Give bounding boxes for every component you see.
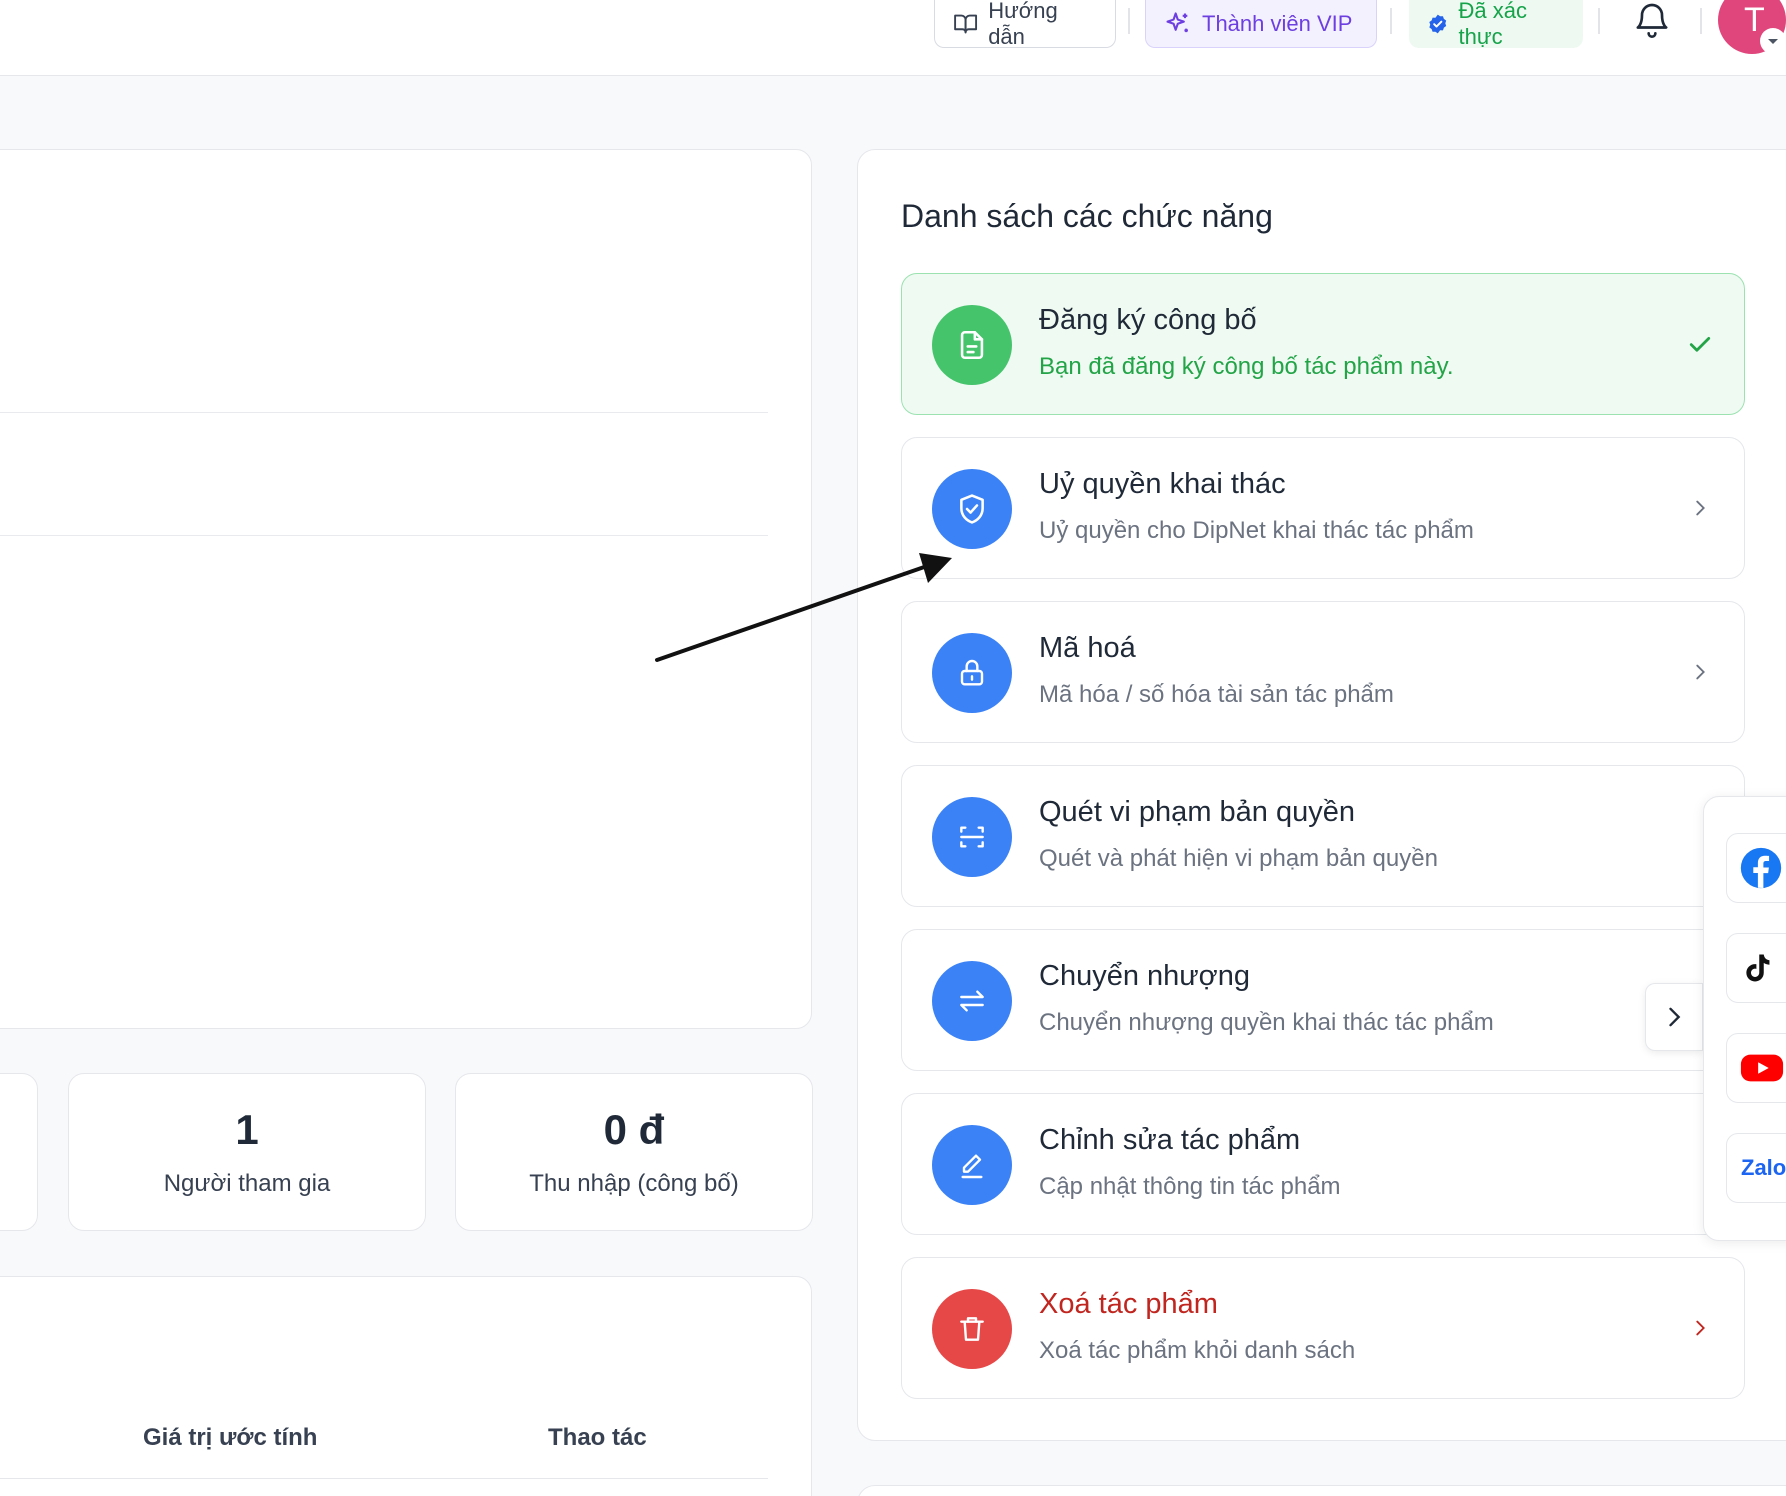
feature-edit-work[interactable]: Chỉnh sửa tác phẩm Cập nhật thông tin tá… — [901, 1093, 1745, 1235]
youtube-button[interactable] — [1726, 1033, 1786, 1103]
guide-button[interactable]: Hướng dẫn — [934, 0, 1116, 49]
zalo-button[interactable]: Zalo — [1726, 1133, 1786, 1203]
zalo-label: Zalo — [1741, 1155, 1786, 1180]
divider — [0, 535, 768, 536]
feature-title: Chuyển nhượng — [1039, 960, 1250, 992]
stat-card — [0, 1073, 38, 1231]
feature-subtitle: Mã hóa / số hóa tài sản tác phẩm — [1039, 681, 1394, 708]
transfer-icon — [932, 961, 1012, 1041]
vip-label: Thành viên VIP — [1202, 10, 1353, 36]
table-card — [0, 1276, 812, 1496]
feature-title: Đăng ký công bố — [1039, 304, 1257, 336]
chevron-right-icon — [1682, 1310, 1718, 1346]
scan-icon — [932, 797, 1012, 877]
shield-check-icon — [932, 469, 1012, 549]
verified-check-icon — [1429, 14, 1447, 34]
social-bar: Zalo — [1703, 796, 1786, 1241]
vip-button[interactable]: Thành viên VIP — [1145, 0, 1377, 48]
guide-label: Hướng dẫn — [988, 0, 1058, 49]
chevron-right-icon — [1682, 490, 1718, 526]
feature-title: Mã hoá — [1039, 632, 1136, 664]
stat-label: Người tham gia — [163, 1170, 331, 1197]
divider — [1700, 8, 1702, 34]
lock-icon — [932, 633, 1012, 713]
feature-delete-work[interactable]: Xoá tác phẩm Xoá tác phẩm khỏi danh sách — [901, 1257, 1745, 1399]
content-card — [0, 149, 812, 1029]
content-card — [857, 1485, 1786, 1496]
book-icon — [954, 14, 978, 33]
stat-value: 1 — [235, 1106, 259, 1153]
panel-title: Danh sách các chức năng — [901, 198, 1273, 234]
sparkle-icon — [1166, 11, 1188, 32]
divider — [1128, 8, 1130, 34]
column-header-estimated-value: Giá trị ước tính — [143, 1424, 318, 1451]
feature-copyright-scan[interactable]: Quét vi phạm bản quyền Quét và phát hiện… — [901, 765, 1745, 907]
chevron-right-icon — [1669, 1007, 1681, 1027]
feature-subtitle: Quét và phát hiện vi phạm bản quyền — [1039, 845, 1438, 872]
divider — [1390, 8, 1392, 34]
stat-label: Thu nhập (công bố) — [529, 1170, 739, 1197]
chevron-right-icon — [1682, 654, 1718, 690]
tiktok-button[interactable] — [1726, 933, 1786, 1003]
feature-title: Chỉnh sửa tác phẩm — [1039, 1124, 1301, 1156]
feature-title: Uỷ quyền khai thác — [1039, 468, 1286, 500]
chevron-down-icon[interactable] — [1760, 28, 1786, 54]
feature-transfer[interactable]: Chuyển nhượng Chuyển nhượng quyền khai t… — [901, 929, 1745, 1071]
stat-card-participants: 1 Người tham gia — [68, 1073, 426, 1231]
verified-label: Đã xác thực — [1458, 0, 1528, 49]
divider — [1598, 8, 1600, 34]
bell-icon[interactable] — [1632, 0, 1672, 40]
facebook-button[interactable] — [1726, 833, 1786, 903]
top-bar: Hướng dẫn Thành viên VIP Đã xác thực T — [0, 0, 1786, 76]
feature-subtitle: Xoá tác phẩm khỏi danh sách — [1039, 1337, 1356, 1364]
stat-value: 0 đ — [603, 1106, 665, 1153]
stat-card-income: 0 đ Thu nhập (công bố) — [455, 1073, 813, 1231]
feature-subtitle: Chuyển nhượng quyền khai thác tác phẩm — [1039, 1009, 1494, 1036]
column-header-actions: Thao tác — [548, 1424, 647, 1451]
divider — [0, 1478, 768, 1479]
divider — [0, 412, 768, 413]
feature-authorize-exploitation[interactable]: Uỷ quyền khai thác Uỷ quyền cho DipNet k… — [901, 437, 1745, 579]
feature-title: Quét vi phạm bản quyền — [1039, 796, 1355, 828]
edit-icon — [932, 1125, 1012, 1205]
document-icon — [932, 305, 1012, 385]
expand-social-button[interactable] — [1645, 983, 1703, 1051]
youtube-icon — [1740, 1054, 1784, 1082]
verified-badge[interactable]: Đã xác thực — [1409, 0, 1583, 49]
feature-register-publication[interactable]: Đăng ký công bố Bạn đã đăng ký công bố t… — [901, 273, 1745, 415]
check-icon — [1682, 326, 1718, 362]
facebook-icon — [1740, 847, 1782, 889]
feature-title: Xoá tác phẩm — [1039, 1288, 1218, 1320]
feature-encryption[interactable]: Mã hoá Mã hóa / số hóa tài sản tác phẩm — [901, 601, 1745, 743]
tiktok-icon — [1746, 954, 1770, 982]
feature-subtitle: Uỷ quyền cho DipNet khai thác tác phẩm — [1039, 517, 1474, 544]
trash-icon — [932, 1289, 1012, 1369]
feature-subtitle: Bạn đã đăng ký công bố tác phẩm này. — [1039, 353, 1454, 380]
feature-subtitle: Cập nhật thông tin tác phẩm — [1039, 1173, 1341, 1200]
